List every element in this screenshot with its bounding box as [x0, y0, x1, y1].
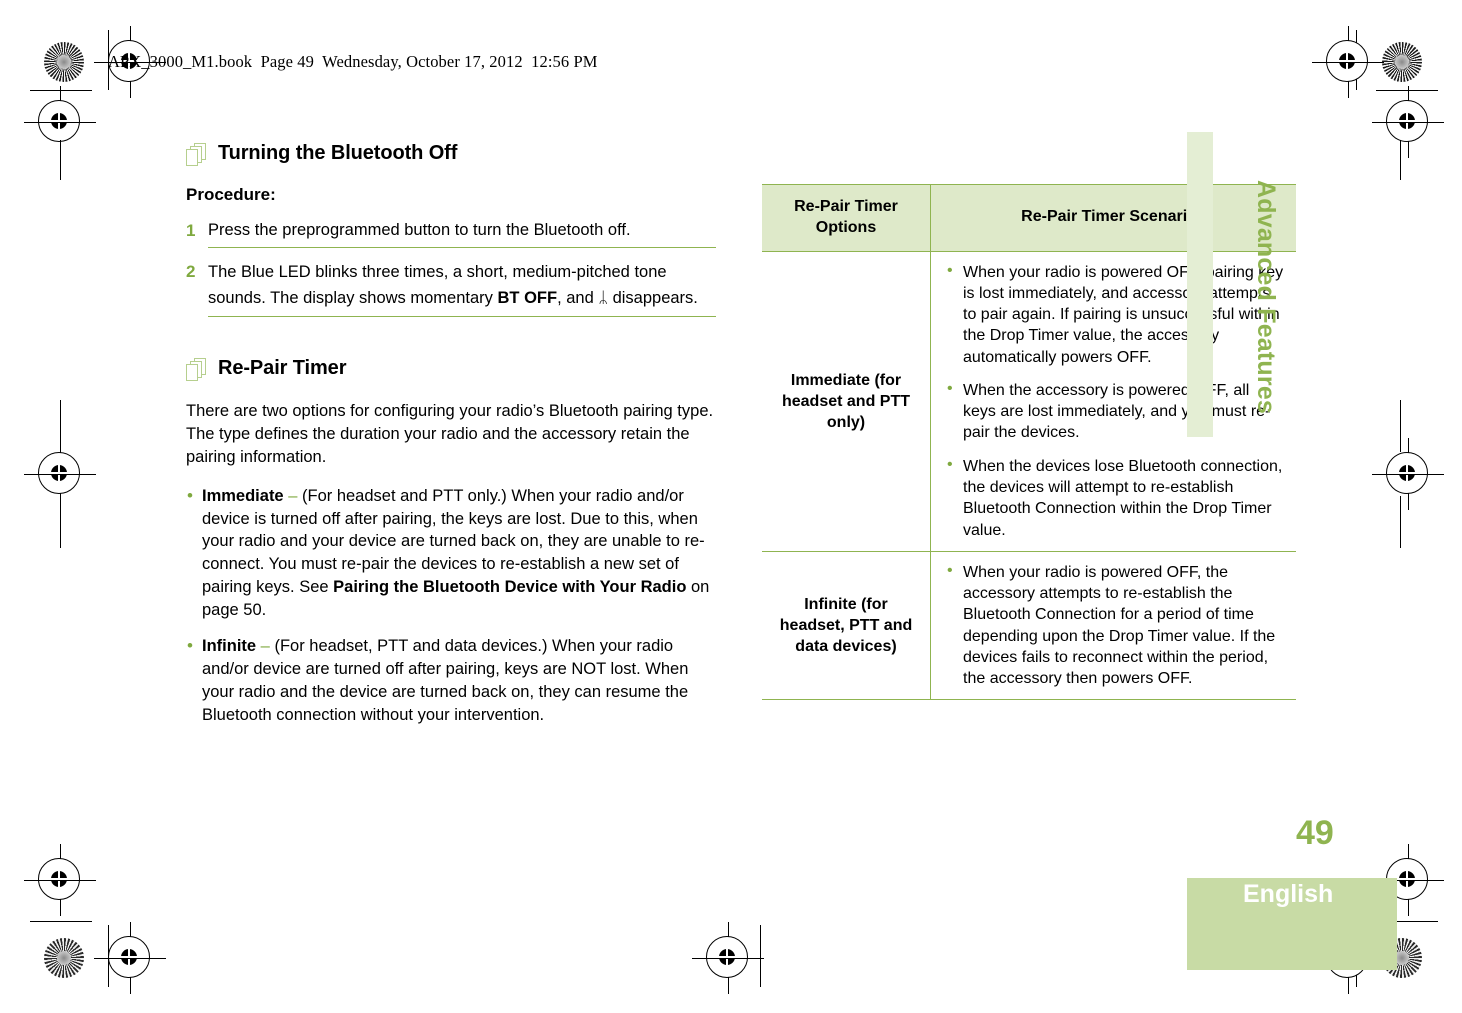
registration-ring — [38, 452, 80, 494]
registration-dot — [1397, 111, 1417, 131]
section-title: Re-Pair Timer — [218, 356, 347, 379]
registration-ring — [108, 936, 150, 978]
step-text: The Blue LED blinks three times, a short… — [208, 260, 716, 317]
registration-mark-top-right — [1312, 26, 1384, 98]
siemens-star-mark-top-left — [44, 42, 84, 82]
step-number: 2 — [186, 262, 196, 282]
cell-scenarios-infinite: When your radio is powered OFF, the acce… — [930, 550, 1296, 701]
procedure-label: Procedure: — [186, 185, 276, 204]
trim-line-left-upper-horizontal — [30, 90, 92, 91]
re-pair-timer-table: Re-Pair Timer Options Re-Pair Timer Scen… — [762, 184, 1296, 701]
pages-stack-icon — [186, 357, 208, 384]
registration-ring — [1386, 100, 1428, 142]
table-body: Immediate (for headset and PTT only) Whe… — [762, 250, 1296, 701]
trim-line-bottom-center-vertical — [760, 925, 761, 987]
step-text-mid: , and — [557, 288, 599, 307]
registration-mark-right-upper — [1372, 86, 1444, 158]
bluetooth-icon: ᛦ — [598, 289, 608, 307]
siemens-star-mark-top-right — [1382, 42, 1422, 82]
display-value-bt-off: BT OFF — [497, 288, 558, 307]
cell-scenarios-immediate: When your radio is powered OFF, pairing … — [930, 250, 1296, 552]
list-item: Immediate – (For headset and PTT only.) … — [186, 484, 716, 623]
trim-line-left-edge — [60, 140, 61, 180]
trim-line-right-middle-lower — [1400, 496, 1401, 548]
registration-dot — [717, 947, 737, 967]
registration-mark-bottom-center — [692, 922, 764, 994]
registration-dot — [1397, 869, 1417, 889]
chapter-title-vertical: Advanced Features — [1252, 180, 1280, 415]
registration-dot — [49, 869, 69, 889]
cell-option-immediate: Immediate (for headset and PTT only) — [762, 250, 931, 552]
registration-mark-left-middle — [24, 438, 96, 510]
siemens-star-mark-bottom-left — [44, 938, 84, 978]
registration-mark-right-middle — [1372, 438, 1444, 510]
list-item: When your radio is powered OFF, the acce… — [945, 560, 1284, 690]
registration-dot — [1337, 51, 1357, 71]
table-header-row: Re-Pair Timer Options Re-Pair Timer Scen… — [762, 184, 1296, 252]
column-header-scenarios: Re-Pair Timer Scenarios — [930, 184, 1296, 252]
section-title: Turning the Bluetooth Off — [218, 142, 458, 164]
re-pair-timer-table-wrapper: Re-Pair Timer Options Re-Pair Timer Scen… — [762, 184, 1296, 701]
list-item: Infinite – (For headset, PTT and data de… — [186, 634, 716, 727]
scenario-list: When your radio is powered OFF, the acce… — [945, 560, 1284, 690]
chapter-tab-band — [1187, 132, 1213, 437]
option-description-lead: (For headset, PTT and data devices.) Whe… — [202, 637, 689, 724]
green-dash: – — [260, 637, 270, 656]
column-header-options: Re-Pair Timer Options — [762, 184, 931, 252]
language-label: English — [1243, 880, 1334, 908]
registration-dot — [119, 947, 139, 967]
step-number: 1 — [186, 221, 196, 240]
left-content-column: Turning the Bluetooth Off Procedure: 1 P… — [186, 142, 716, 740]
re-pair-options-list: Immediate – (For headset and PTT only.) … — [186, 484, 716, 727]
book-file-header: APX_3000_M1.book Page 49 Wednesday, Octo… — [108, 52, 598, 71]
trim-line-left-lower-horizontal — [30, 921, 92, 922]
registration-mark-bottom-left — [94, 922, 166, 994]
option-term: Immediate — [202, 486, 284, 505]
table-row: Immediate (for headset and PTT only) Whe… — [762, 250, 1296, 552]
registration-ring — [1326, 40, 1368, 82]
registration-ring — [1386, 452, 1428, 494]
trim-line-left-middle — [60, 400, 61, 452]
registration-mark-left-upper — [24, 86, 96, 158]
trim-line-right-upper-horizontal — [1376, 90, 1438, 91]
procedure-step-2: 2 The Blue LED blinks three times, a sho… — [186, 260, 716, 317]
table-head: Re-Pair Timer Options Re-Pair Timer Scen… — [762, 184, 1296, 252]
trim-line-left-middle-lower — [60, 496, 61, 548]
registration-ring — [38, 100, 80, 142]
page-number: 49 — [1296, 814, 1334, 852]
trim-line-right-middle — [1400, 400, 1401, 452]
trim-line-right-edge — [1400, 140, 1401, 180]
section-heading-turning-bluetooth-off: Turning the Bluetooth Off — [186, 142, 716, 169]
step-text: Press the preprogrammed button to turn t… — [208, 219, 716, 249]
registration-dot — [49, 463, 69, 483]
registration-dot — [1397, 463, 1417, 483]
cross-reference-link[interactable]: Pairing the Bluetooth Device with Your R… — [333, 578, 686, 596]
registration-ring — [706, 936, 748, 978]
registration-dot — [49, 111, 69, 131]
cell-option-infinite: Infinite (for headset, PTT and data devi… — [762, 550, 931, 701]
list-item: When your radio is powered OFF, pairing … — [945, 260, 1284, 368]
section-intro-paragraph: There are two options for configuring yo… — [186, 401, 714, 466]
table-row: Infinite (for headset, PTT and data devi… — [762, 550, 1296, 701]
option-term: Infinite — [202, 637, 257, 656]
pages-stack-icon — [186, 143, 208, 169]
scenario-list: When your radio is powered OFF, pairing … — [945, 260, 1284, 541]
registration-mark-left-lower — [24, 844, 96, 916]
list-item: When the devices lose Bluetooth connecti… — [945, 454, 1284, 541]
procedure-step-1: 1 Press the preprogrammed button to turn… — [186, 219, 716, 249]
section-heading-re-pair-timer: Re-Pair Timer — [186, 357, 716, 384]
step-text-tail: disappears. — [607, 288, 698, 307]
list-item: When the accessory is powered OFF, all k… — [945, 378, 1284, 444]
registration-ring — [38, 858, 80, 900]
